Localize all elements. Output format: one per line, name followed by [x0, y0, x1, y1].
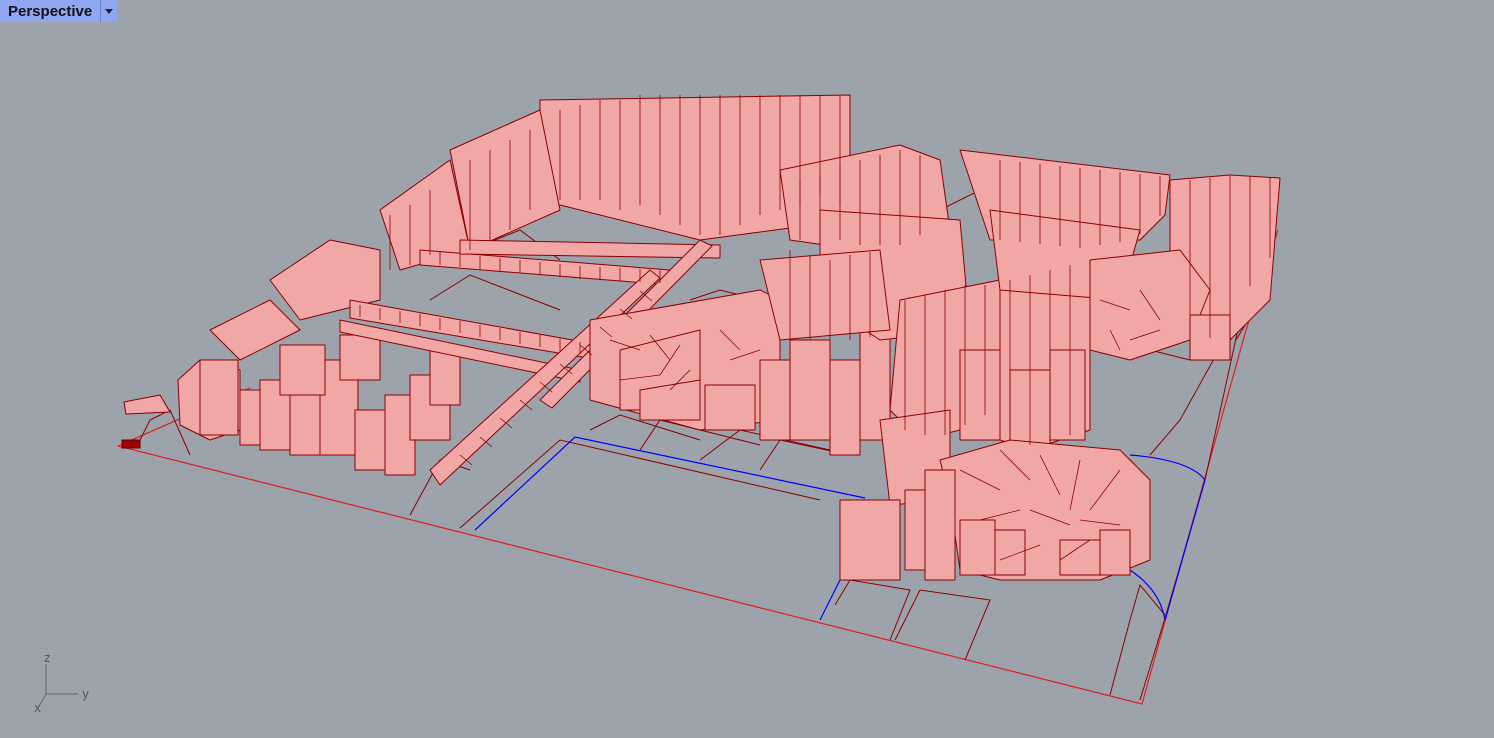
axis-widget: z y x	[34, 651, 89, 715]
y-axis-label: y	[82, 687, 89, 701]
building-massing	[123, 94, 1281, 581]
z-axis-label: z	[44, 651, 50, 665]
x-axis-label: x	[34, 701, 41, 715]
viewport-canvas[interactable]: z y x	[0, 0, 1494, 738]
small-block	[121, 439, 141, 449]
